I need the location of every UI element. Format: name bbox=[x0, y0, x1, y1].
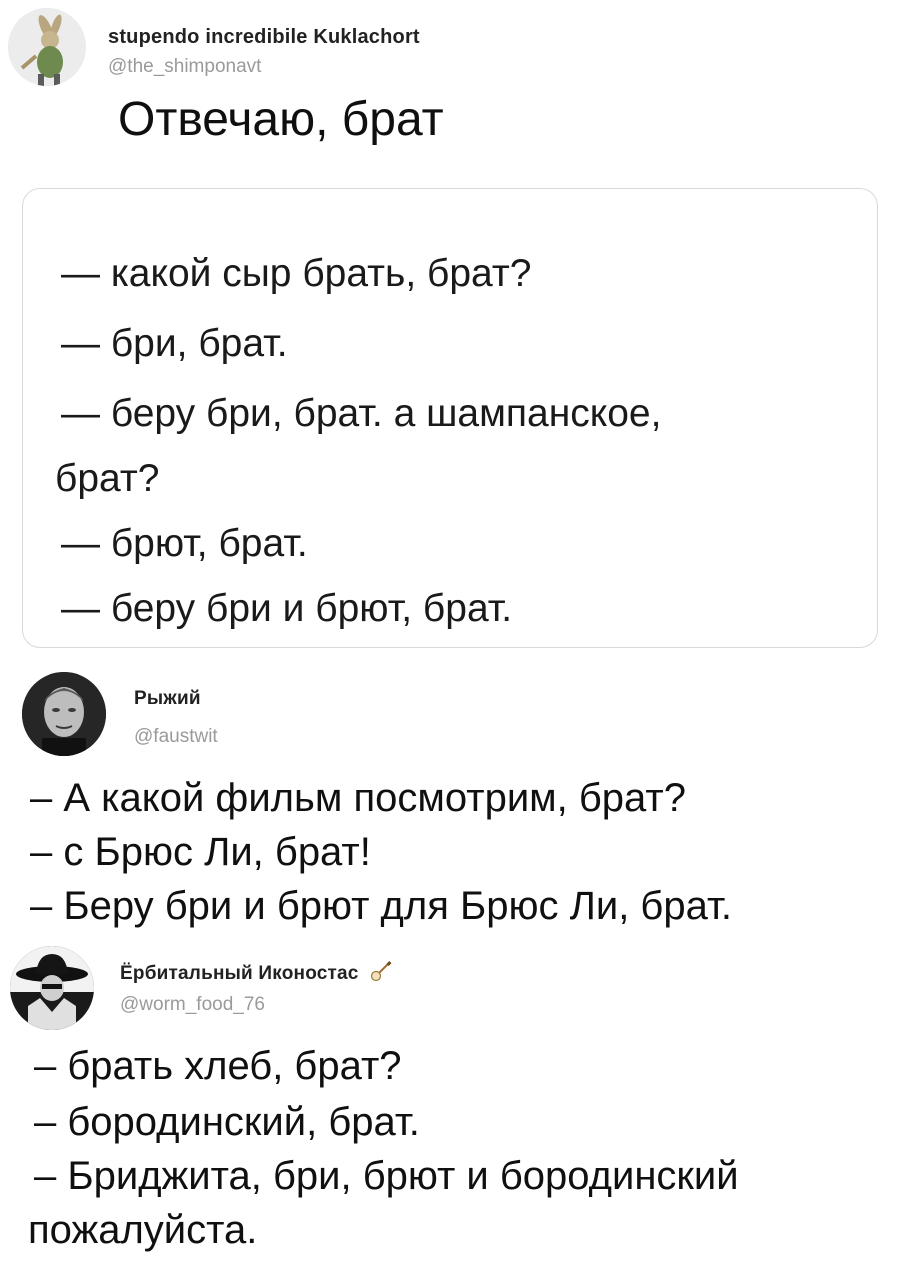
quoted-text-card[interactable]: — какой сыр брать, брат? — бри, брат. — … bbox=[22, 188, 878, 648]
avatar[interactable] bbox=[22, 672, 106, 756]
quote-line: — какой сыр брать, брат? bbox=[61, 252, 532, 295]
tweet-text-line: пожалуйста. bbox=[28, 1208, 258, 1252]
quote-line: — беру бри и брют, брат. bbox=[61, 587, 513, 630]
avatar[interactable] bbox=[8, 8, 86, 86]
tweet-text-line: – бородинский, брат. bbox=[34, 1100, 420, 1144]
author-name[interactable]: Рыжий bbox=[134, 688, 201, 710]
avatar[interactable] bbox=[10, 946, 94, 1030]
tweet-text: Отвечаю, брат bbox=[118, 93, 444, 146]
author-name[interactable]: stupendo incredibile Kuklachort bbox=[108, 26, 420, 49]
author-name-text: Ёрбитальный Иконостас bbox=[120, 963, 359, 985]
quote-line: — беру бри, брат. а шампанское, bbox=[61, 392, 662, 435]
tweet-text-line: – брать хлеб, брат? bbox=[34, 1044, 402, 1088]
author-handle[interactable]: @worm_food_76 bbox=[120, 994, 265, 1016]
man-portrait-icon bbox=[22, 672, 106, 756]
quote-line: — брют, брат. bbox=[61, 522, 308, 565]
author-name[interactable]: Ёрбитальный Иконостас bbox=[120, 960, 392, 988]
tweet-text-line: – с Брюс Ли, брат! bbox=[30, 830, 371, 874]
author-handle[interactable]: @faustwit bbox=[134, 726, 218, 748]
tweet-text-line: – А какой фильм посмотрим, брат? bbox=[30, 776, 686, 820]
tweet-text-line: – Беру бри и брют для Брюс Ли, брат. bbox=[30, 884, 732, 928]
cowboy-hat-portrait-icon bbox=[10, 946, 94, 1030]
quote-line: — бри, брат. bbox=[61, 322, 288, 365]
tweet-text-line: – Бриджита, бри, брют и бородинский bbox=[34, 1154, 739, 1198]
quote-line: брат? bbox=[55, 457, 160, 500]
author-handle[interactable]: @the_shimponavt bbox=[108, 56, 261, 78]
rabbit-figure-icon bbox=[8, 8, 86, 86]
banjo-icon bbox=[370, 960, 392, 988]
